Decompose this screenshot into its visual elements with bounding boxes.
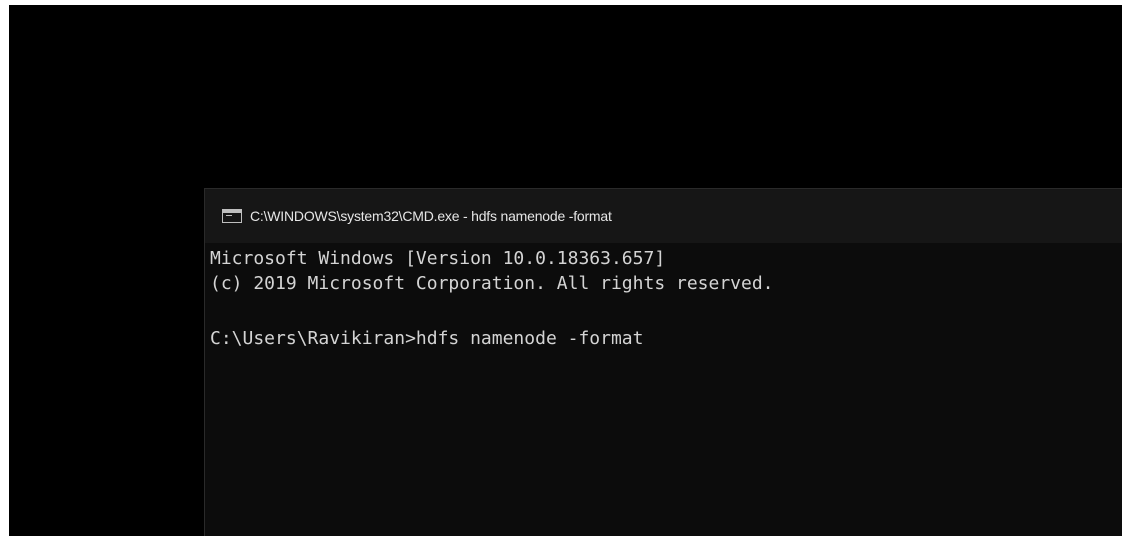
console-line-copyright: (c) 2019 Microsoft Corporation. All righ… (210, 273, 774, 294)
console-line-version: Microsoft Windows [Version 10.0.18363.65… (210, 248, 666, 269)
title-bar[interactable]: C:\WINDOWS\system32\CMD.exe - hdfs namen… (205, 189, 1122, 243)
console-output[interactable]: Microsoft Windows [Version 10.0.18363.65… (205, 246, 1122, 536)
console-line-command: C:\Users\Ravikiran>hdfs namenode -format (210, 328, 644, 349)
desktop-background: C:\WINDOWS\system32\CMD.exe - hdfs namen… (9, 5, 1122, 536)
cmd-window[interactable]: C:\WINDOWS\system32\CMD.exe - hdfs namen… (204, 188, 1122, 536)
window-title: C:\WINDOWS\system32\CMD.exe - hdfs namen… (250, 208, 612, 224)
cmd-icon (222, 209, 242, 223)
